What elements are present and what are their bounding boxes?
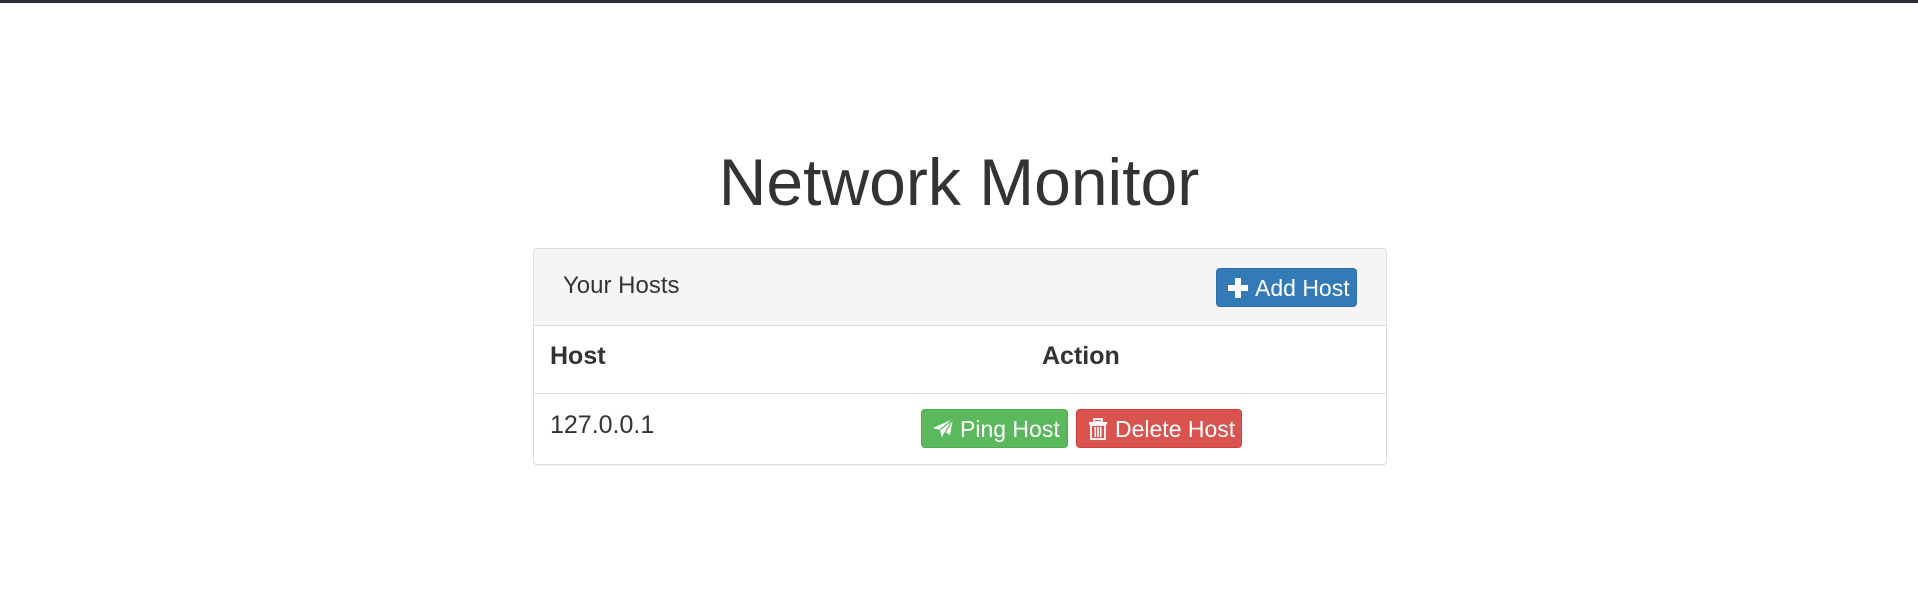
- panel-title: Your Hosts: [563, 272, 680, 299]
- column-header-action: Action: [1042, 342, 1120, 370]
- plus-icon: [1227, 277, 1249, 299]
- delete-host-label: Delete Host: [1115, 415, 1236, 442]
- panel-heading: Your Hosts Add Host: [534, 249, 1386, 326]
- ping-host-button[interactable]: Ping Host: [921, 409, 1068, 448]
- page-title: Network Monitor: [718, 145, 1200, 219]
- trash-icon: [1087, 417, 1109, 440]
- host-cell: 127.0.0.1: [550, 411, 655, 439]
- row-divider: [534, 393, 1386, 394]
- add-host-button[interactable]: Add Host: [1216, 268, 1357, 307]
- column-header-host: Host: [550, 342, 606, 370]
- delete-host-button[interactable]: Delete Host: [1076, 409, 1242, 448]
- paper-plane-icon: [932, 418, 954, 440]
- hosts-panel: Your Hosts Add Host Host Action 127.0.0.…: [533, 248, 1387, 465]
- add-host-label: Add Host: [1255, 274, 1350, 301]
- ping-host-label: Ping Host: [960, 415, 1060, 442]
- top-bar: [0, 0, 1918, 3]
